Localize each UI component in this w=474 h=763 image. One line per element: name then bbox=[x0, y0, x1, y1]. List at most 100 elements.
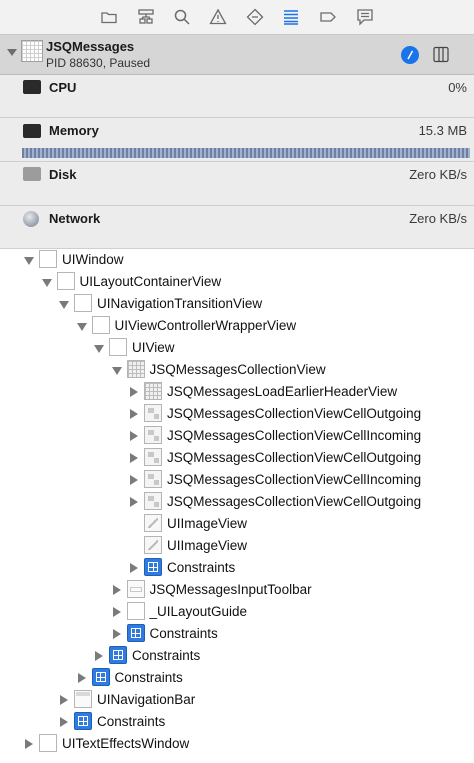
tree-row[interactable]: UINavigationBar bbox=[0, 689, 474, 711]
disclosure-closed-icon[interactable] bbox=[130, 409, 138, 419]
tree-row-label: JSQMessagesLoadEarlierHeaderView bbox=[167, 384, 398, 399]
tree-row[interactable]: _UILayoutGuide bbox=[0, 601, 474, 623]
tree-row-label: JSQMessagesCollectionViewCellIncoming bbox=[167, 472, 422, 487]
disclosure-closed-icon[interactable] bbox=[112, 629, 121, 639]
tree-row[interactable]: JSQMessagesLoadEarlierHeaderView bbox=[0, 381, 474, 403]
disclosure-closed-icon[interactable] bbox=[77, 673, 86, 683]
tag-icon[interactable] bbox=[318, 7, 338, 27]
tree-row[interactable]: UIWindow bbox=[0, 249, 474, 271]
tree-row[interactable]: UIViewControllerWrapperView bbox=[0, 315, 474, 337]
tree-row[interactable]: Constraints bbox=[0, 557, 474, 579]
tree-row[interactable]: JSQMessagesCollectionViewCellOutgoing bbox=[0, 403, 474, 425]
tree-row-label: UIView bbox=[132, 340, 175, 355]
memory-icon bbox=[23, 124, 41, 138]
view-hierarchy-tree: UIWindow UILayoutContainerView UINavigatio… bbox=[0, 249, 474, 763]
gauge-icon[interactable] bbox=[401, 46, 419, 64]
tree-row-label: JSQMessagesInputToolbar bbox=[149, 582, 312, 597]
constraint-icon bbox=[144, 558, 162, 576]
cell-icon bbox=[144, 470, 162, 488]
disclosure-closed-icon[interactable] bbox=[130, 453, 138, 463]
tree-row-label: Constraints bbox=[149, 626, 218, 641]
disk-icon bbox=[23, 167, 41, 181]
search-icon[interactable] bbox=[172, 7, 192, 27]
disclosure-open-icon[interactable] bbox=[41, 279, 52, 287]
view-icon bbox=[109, 338, 127, 356]
memory-usage-bar bbox=[22, 148, 470, 158]
cell-icon bbox=[144, 404, 162, 422]
disclosure-closed-icon[interactable] bbox=[130, 563, 138, 573]
message-icon[interactable] bbox=[355, 7, 375, 27]
disclosure-closed-icon[interactable] bbox=[60, 717, 68, 727]
process-row[interactable]: JSQMessages PID 88630, Paused bbox=[0, 35, 474, 75]
view-icon bbox=[74, 294, 92, 312]
disclosure-closed-icon[interactable] bbox=[25, 739, 33, 749]
disclosure-closed-icon[interactable] bbox=[130, 497, 138, 507]
cell-icon bbox=[144, 448, 162, 466]
toolbar-icon bbox=[126, 580, 145, 598]
disclosure-open-icon[interactable] bbox=[76, 323, 87, 331]
disclosure-closed-icon[interactable] bbox=[130, 431, 138, 441]
tree-row[interactable]: Constraints bbox=[0, 667, 474, 689]
process-status: PID 88630, Paused bbox=[46, 56, 151, 70]
tree-row-label: JSQMessagesCollectionView bbox=[149, 362, 326, 377]
tree-row[interactable]: UIImageView bbox=[0, 513, 474, 535]
disclosure-triangle-icon[interactable] bbox=[7, 49, 17, 56]
folder-icon[interactable] bbox=[99, 7, 119, 27]
disclosure-closed-icon[interactable] bbox=[95, 651, 103, 661]
tree-row[interactable]: JSQMessagesCollectionView bbox=[0, 359, 474, 381]
tree-row[interactable]: UINavigationTransitionView bbox=[0, 293, 474, 315]
debug-list-icon[interactable] bbox=[281, 7, 301, 27]
grid-icon bbox=[126, 360, 145, 378]
tree-row-label: Constraints bbox=[114, 670, 183, 685]
disk-gauge-row[interactable]: Disk Zero KB/s bbox=[0, 162, 474, 206]
network-gauge-row[interactable]: Network Zero KB/s bbox=[0, 206, 474, 249]
tree-row[interactable]: JSQMessagesInputToolbar bbox=[0, 579, 474, 601]
cell-icon bbox=[144, 492, 162, 510]
tree-row-label: UIWindow bbox=[62, 252, 124, 267]
disclosure-open-icon[interactable] bbox=[94, 345, 104, 353]
navbar-icon bbox=[74, 690, 92, 708]
img-icon bbox=[144, 536, 162, 554]
tree-row-label: JSQMessagesCollectionViewCellOutgoing bbox=[167, 494, 422, 509]
tree-row[interactable]: Constraints bbox=[0, 645, 474, 667]
cpu-label: CPU bbox=[49, 80, 77, 95]
navigator-toolbar bbox=[0, 0, 474, 35]
network-icon bbox=[23, 211, 39, 227]
tree-row-label: JSQMessagesCollectionViewCellOutgoing bbox=[167, 406, 422, 421]
tree-row-label: UILayoutContainerView bbox=[79, 274, 222, 289]
tree-row[interactable]: JSQMessagesCollectionViewCellIncoming bbox=[0, 425, 474, 447]
tree-row[interactable]: JSQMessagesCollectionViewCellOutgoing bbox=[0, 447, 474, 469]
breakpoint-icon[interactable] bbox=[245, 7, 265, 27]
split-view-icon[interactable] bbox=[433, 46, 449, 63]
tree-row-label: JSQMessagesCollectionViewCellIncoming bbox=[167, 428, 422, 443]
tree-row-label: Constraints bbox=[97, 714, 166, 729]
disclosure-closed-icon[interactable] bbox=[112, 607, 121, 617]
tree-row[interactable]: UILayoutContainerView bbox=[0, 271, 474, 293]
disclosure-closed-icon[interactable] bbox=[130, 475, 138, 485]
grid-icon bbox=[144, 382, 162, 400]
view-icon bbox=[126, 602, 145, 620]
tree-row[interactable]: Constraints bbox=[0, 711, 474, 733]
disclosure-closed-icon[interactable] bbox=[112, 585, 121, 595]
cpu-gauge-row[interactable]: CPU 0% bbox=[0, 75, 474, 118]
tree-row[interactable]: Constraints bbox=[0, 623, 474, 645]
tree-row[interactable]: UITextEffectsWindow bbox=[0, 733, 474, 755]
hierarchy-icon[interactable] bbox=[136, 7, 156, 27]
warning-icon[interactable] bbox=[208, 7, 228, 27]
disclosure-open-icon[interactable] bbox=[111, 367, 122, 375]
tree-row[interactable]: JSQMessagesCollectionViewCellOutgoing bbox=[0, 491, 474, 513]
tree-row-label: UIViewControllerWrapperView bbox=[114, 318, 297, 333]
disclosure-closed-icon[interactable] bbox=[130, 387, 138, 397]
tree-row-label: JSQMessagesCollectionViewCellOutgoing bbox=[167, 450, 422, 465]
tree-row[interactable]: UIView bbox=[0, 337, 474, 359]
cpu-value: 0% bbox=[448, 80, 467, 95]
tree-row-label: UITextEffectsWindow bbox=[62, 736, 190, 751]
tree-row-label: UINavigationTransitionView bbox=[97, 296, 263, 311]
tree-row[interactable]: JSQMessagesCollectionViewCellIncoming bbox=[0, 469, 474, 491]
disclosure-open-icon[interactable] bbox=[24, 257, 34, 265]
disclosure-closed-icon[interactable] bbox=[60, 695, 68, 705]
constraint-icon bbox=[91, 668, 110, 686]
tree-row[interactable]: UIImageView bbox=[0, 535, 474, 557]
disclosure-open-icon[interactable] bbox=[59, 301, 69, 309]
view-icon bbox=[56, 272, 75, 290]
